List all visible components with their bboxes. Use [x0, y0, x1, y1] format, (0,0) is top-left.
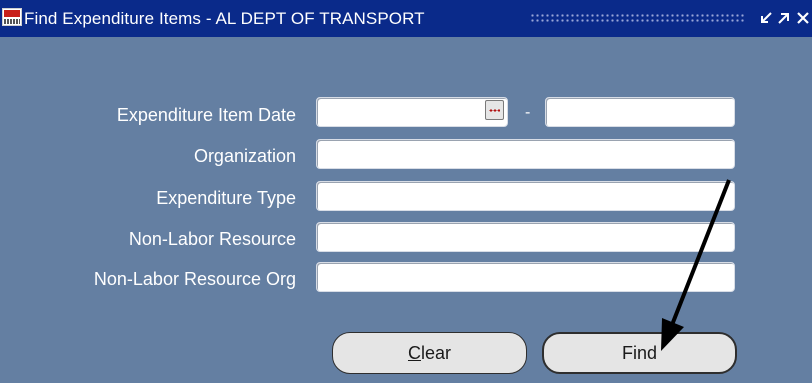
clear-button-label: lear	[420, 343, 451, 363]
non-labor-resource-org-field[interactable]	[316, 262, 735, 292]
title-bar-pattern	[530, 13, 746, 24]
expenditure-item-date-from-field[interactable]	[316, 97, 508, 127]
non-labor-resource-org-label: Non-Labor Resource Org	[93, 269, 296, 289]
minimize-icon[interactable]	[758, 9, 774, 27]
organization-field[interactable]	[316, 139, 735, 169]
non-labor-resource-field[interactable]	[316, 222, 735, 252]
oracle-logo-icon	[2, 8, 22, 26]
expenditure-type-field[interactable]	[316, 181, 735, 211]
lov-ellipsis-icon[interactable]	[485, 100, 504, 120]
non-labor-resource-label: Non-Labor Resource	[128, 229, 296, 249]
expenditure-item-date-label: Expenditure Item Date	[116, 105, 296, 125]
find-button[interactable]: Find	[542, 332, 737, 374]
expenditure-type-label: Expenditure Type	[156, 188, 296, 208]
clear-button[interactable]: Clear	[332, 332, 527, 374]
organization-label: Organization	[193, 146, 296, 166]
find-expenditure-items-window: Find Expenditure Items - AL DEPT OF TRAN…	[0, 0, 812, 383]
clear-button-mnemonic: C	[407, 343, 421, 363]
maximize-icon[interactable]	[776, 9, 792, 27]
title-bar[interactable]: Find Expenditure Items - AL DEPT OF TRAN…	[0, 0, 812, 37]
find-button-label: Find	[621, 343, 657, 363]
date-range-separator: -	[525, 104, 531, 121]
window-title: Find Expenditure Items - AL DEPT OF TRAN…	[24, 9, 425, 28]
expenditure-item-date-to-field[interactable]	[545, 97, 735, 127]
close-icon[interactable]	[795, 9, 811, 27]
